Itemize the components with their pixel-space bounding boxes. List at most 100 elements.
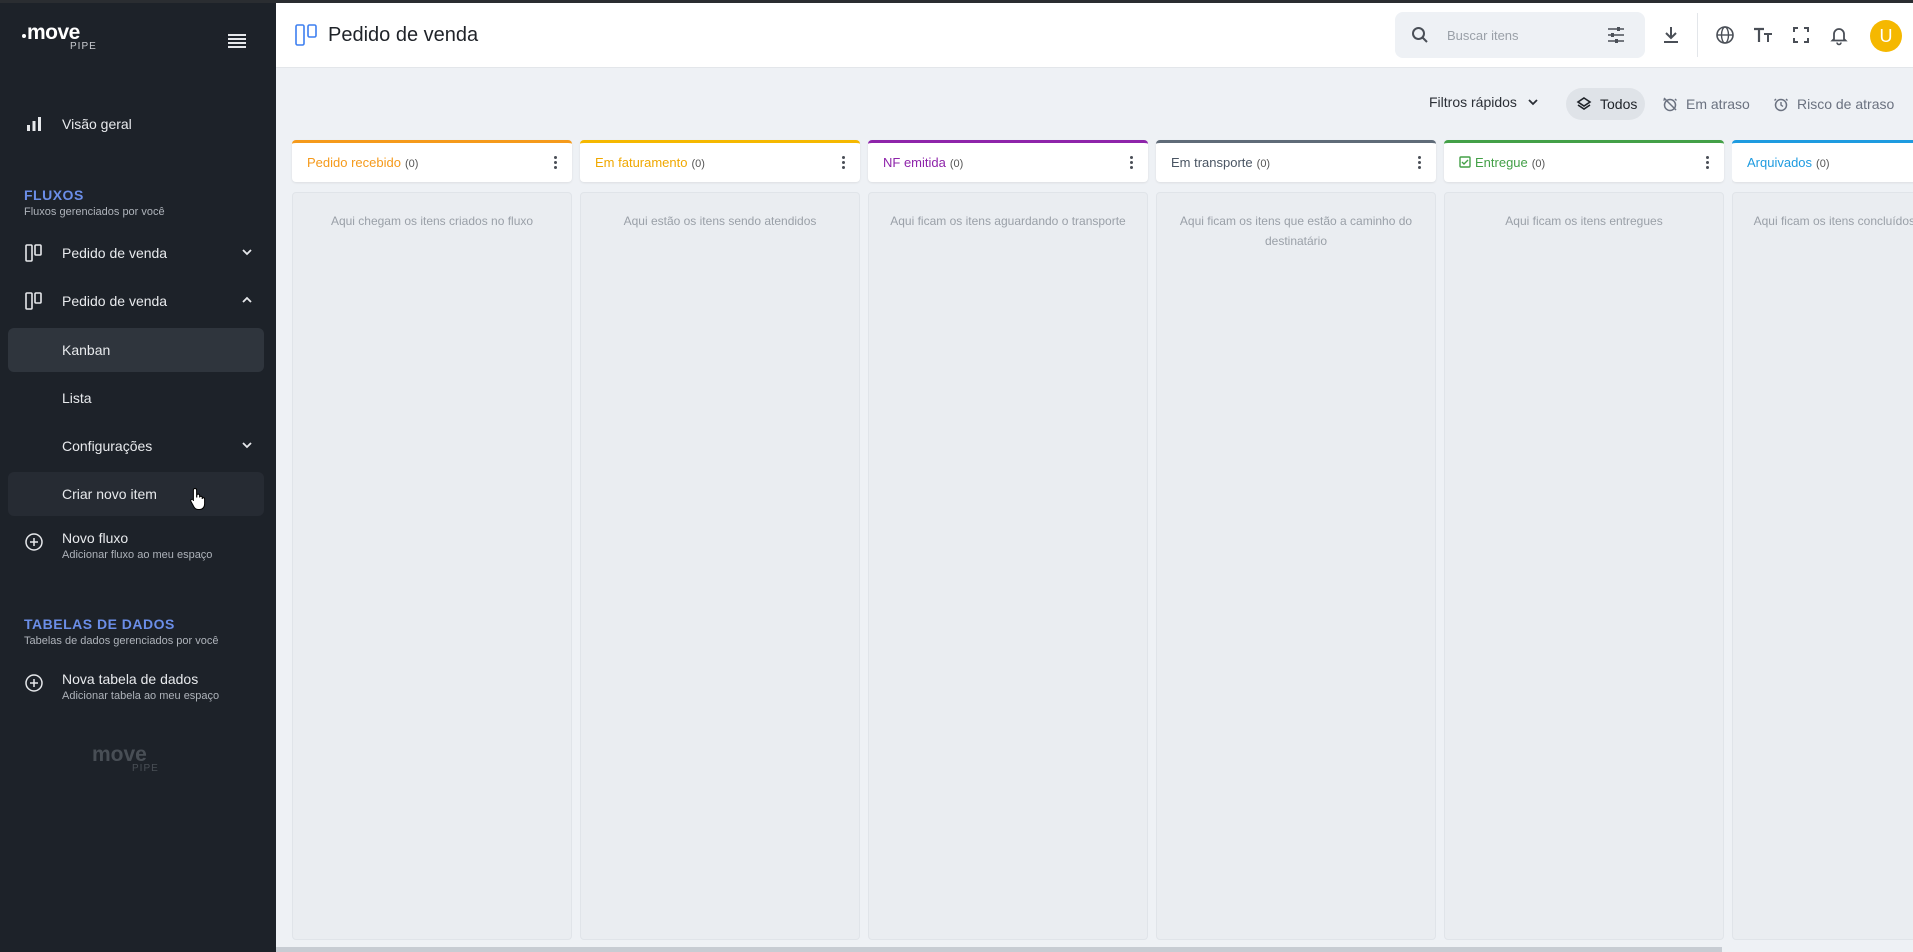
filter-settings-icon[interactable] <box>1606 26 1626 44</box>
chevron-down-icon <box>242 249 252 256</box>
sidebar-item-sublabel: Adicionar fluxo ao meu espaço <box>62 549 213 561</box>
alarm-off-icon <box>1663 97 1677 112</box>
page-title: Pedido de venda <box>328 24 479 46</box>
column-drop-area: Aqui chegam os itens criados no fluxo <box>292 192 572 940</box>
sidebar-item-label: Lista <box>62 390 92 406</box>
column-count: (0) <box>1256 158 1271 170</box>
hand-pointer-cursor-icon <box>190 487 206 510</box>
more-vert-icon[interactable] <box>1706 156 1710 170</box>
text-size-icon[interactable] <box>1752 24 1774 46</box>
filter-label: Em atraso <box>1686 96 1750 112</box>
sidebar-item-lista[interactable]: Lista <box>8 376 264 420</box>
search-box <box>1395 12 1645 58</box>
footer-logo-main: move <box>92 743 147 766</box>
column-drop-area: Aqui estão os itens sendo atendidos <box>580 192 860 940</box>
column-header[interactable]: Em transporte (0) <box>1156 140 1436 182</box>
globe-icon[interactable] <box>1714 24 1736 46</box>
chevron-up-icon <box>242 296 252 303</box>
column-name: Entregue <box>1475 155 1528 170</box>
kanban-board-icon <box>25 292 42 310</box>
chevron-down-icon <box>1528 99 1538 106</box>
flows-section-title: FLUXOS <box>24 187 84 203</box>
top-header: Pedido de venda U <box>276 3 1913 68</box>
sidebar-item-label: Novo fluxo <box>62 530 129 546</box>
sidebar-item-label: Nova tabela de dados <box>62 671 199 687</box>
filter-todos[interactable]: Todos <box>1566 88 1645 120</box>
column-count: (0) <box>1531 158 1546 170</box>
sidebar-item-label: Criar novo item <box>62 486 157 502</box>
column-empty-text: Aqui ficam os itens aguardando o transpo… <box>890 214 1126 228</box>
column-name: Arquivados <box>1747 155 1813 170</box>
column-empty-text: Aqui ficam os itens entregues <box>1505 214 1663 228</box>
footer-logo-sub: PIPE <box>132 763 159 774</box>
filter-risco-de-atraso[interactable]: Risco de atraso <box>1763 88 1903 120</box>
menu-toggle-icon[interactable] <box>228 34 246 48</box>
kanban-column-em-faturamento: Em faturamento (0) Aqui estão os itens se… <box>580 140 860 940</box>
column-header[interactable]: Arquivados (0) <box>1732 140 1913 182</box>
fullscreen-icon[interactable] <box>1790 24 1812 46</box>
kanban-column-pedido-recebido: Pedido recebido (0) Aqui chegam os itens … <box>292 140 572 940</box>
horizontal-scrollbar[interactable] <box>276 947 1722 952</box>
column-name: Em transporte <box>1171 155 1253 170</box>
kanban-board-icon <box>295 24 317 46</box>
bar-chart-icon <box>27 117 41 131</box>
search-input[interactable] <box>1447 25 1597 45</box>
avatar[interactable]: U <box>1870 20 1902 52</box>
kanban-board-icon <box>25 244 42 262</box>
sidebar-item-kanban[interactable]: Kanban <box>8 328 264 372</box>
column-header[interactable]: NF emitida (0) <box>868 140 1148 182</box>
sidebar-item-flow-2[interactable]: Pedido de venda <box>8 279 264 323</box>
sidebar-item-label: Pedido de venda <box>62 245 168 261</box>
filter-label: Risco de atraso <box>1797 96 1895 112</box>
kanban-column-em-transporte: Em transporte (0) Aqui ficam os itens que… <box>1156 140 1436 940</box>
sidebar-item-overview[interactable]: Visão geral <box>8 102 264 146</box>
column-count: (0) <box>404 158 419 170</box>
column-drop-area: Aqui ficam os itens entregues <box>1444 192 1724 940</box>
column-count: (0) <box>949 158 964 170</box>
column-drop-area: Aqui ficam os itens aguardando o transpo… <box>868 192 1148 940</box>
header-divider <box>1697 13 1698 57</box>
sidebar-item-new-table[interactable]: Nova tabela de dados Adicionar tabela ao… <box>8 659 264 711</box>
quick-filters-dropdown[interactable]: Filtros rápidos <box>1429 94 1539 110</box>
bell-icon[interactable] <box>1828 24 1850 46</box>
chevron-down-icon <box>242 442 252 449</box>
sidebar-item-sublabel: Adicionar tabela ao meu espaço <box>62 690 220 702</box>
filter-em-atraso[interactable]: Em atraso <box>1652 88 1762 120</box>
more-vert-icon[interactable] <box>554 156 558 170</box>
column-count: (0) <box>691 158 705 170</box>
sidebar-item-flow-1[interactable]: Pedido de venda <box>8 231 264 275</box>
column-header[interactable]: Em faturamento (0) <box>580 140 860 182</box>
layers-icon <box>1576 97 1592 110</box>
column-empty-text: Aqui ficam os itens concluídos e destina… <box>1753 214 1913 228</box>
column-header[interactable]: Pedido recebido (0) <box>292 140 572 182</box>
kanban-column-entregue: Entregue (0) Aqui ficam os itens entregue… <box>1444 140 1724 940</box>
sidebar-item-new-flow[interactable]: Novo fluxo Adicionar fluxo ao meu espaço <box>8 518 264 570</box>
column-name: Em faturamento <box>595 155 688 170</box>
column-name: NF emitida <box>883 155 946 170</box>
add-circle-icon <box>25 533 43 551</box>
search-icon <box>1412 27 1428 43</box>
column-drop-area: Aqui ficam os itens que estão a caminho … <box>1156 192 1436 940</box>
sidebar-item-criar-novo-item[interactable]: Criar novo item <box>8 472 264 516</box>
sidebar-item-label: Kanban <box>62 342 111 358</box>
quick-filters-label: Filtros rápidos <box>1429 94 1517 110</box>
tables-section-title: TABELAS DE DADOS <box>24 616 175 632</box>
sidebar: move PIPE Visão geral FLUXOS Fluxos gere… <box>0 3 276 952</box>
column-drop-area: Aqui ficam os itens concluídos e destina… <box>1732 192 1913 940</box>
logo-sub: PIPE <box>70 41 97 52</box>
download-icon[interactable] <box>1660 24 1682 46</box>
add-circle-icon <box>25 674 43 692</box>
sidebar-item-label: Visão geral <box>62 116 132 132</box>
column-header[interactable]: Entregue (0) <box>1444 140 1724 182</box>
sidebar-item-configuracoes[interactable]: Configurações <box>8 424 264 468</box>
more-vert-icon[interactable] <box>1130 156 1134 170</box>
alarm-clock-icon <box>1774 98 1788 112</box>
checkbox-checked-icon <box>1459 156 1471 168</box>
app-logo: move PIPE <box>22 22 96 53</box>
column-count: (0) <box>1816 158 1830 170</box>
more-vert-icon[interactable] <box>1418 156 1422 170</box>
tables-section-subtitle: Tabelas de dados gerenciados por você <box>24 635 219 647</box>
column-empty-text: Aqui ficam os itens que estão a caminho … <box>1179 214 1413 248</box>
kanban-column-arquivados: Arquivados (0) Aqui ficam os itens conclu… <box>1732 140 1913 952</box>
more-vert-icon[interactable] <box>842 156 846 170</box>
